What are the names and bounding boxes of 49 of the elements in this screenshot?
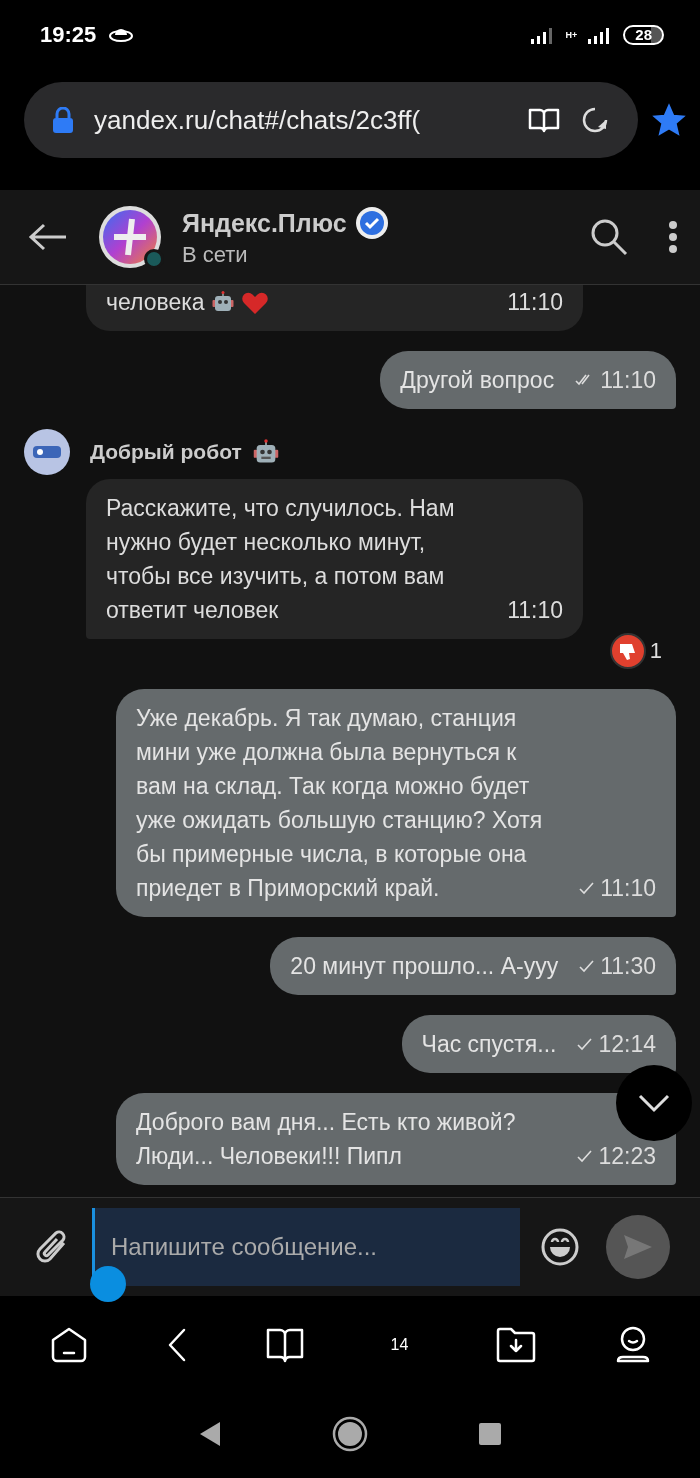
thumbs-down-icon[interactable] xyxy=(609,633,646,669)
profile-icon[interactable] xyxy=(614,1326,651,1364)
book-icon[interactable] xyxy=(528,107,560,133)
send-icon xyxy=(622,1233,654,1261)
robot-icon xyxy=(251,438,280,466)
refresh-icon[interactable] xyxy=(580,105,610,135)
message-text: Уже декабрь. Я так думаю, станция мини уже должна была вернуться к вам на склад. Так когда можно будет уже ожидать большую станцию? Хотя бы примерные числа, в которые она приедет в Приморский край. xyxy=(136,704,544,903)
clock: 19:25 xyxy=(40,22,97,48)
back-icon[interactable] xyxy=(166,1328,187,1362)
reaction-count: 1 xyxy=(649,638,662,664)
chat-title: Яндекс.Плюс xyxy=(182,208,347,238)
chat-avatar[interactable] xyxy=(98,205,162,269)
search-icon[interactable] xyxy=(590,218,628,256)
message-text: 20 минут прошло... А-ууу xyxy=(290,952,559,981)
sender-name: Добрый робот xyxy=(90,440,242,464)
book-icon[interactable] xyxy=(265,1327,304,1363)
battery-level: 28 xyxy=(623,25,664,45)
system-home-icon[interactable] xyxy=(332,1416,368,1452)
chevron-down-icon xyxy=(637,1093,671,1113)
system-back-icon[interactable] xyxy=(198,1420,222,1448)
message-time: 11:10 xyxy=(507,288,563,317)
emoji-icon[interactable] xyxy=(540,1227,580,1267)
message-time: 12:23 xyxy=(598,1142,656,1171)
message-text: человека xyxy=(106,288,205,317)
message-time: 12:14 xyxy=(598,1030,656,1059)
message-text: Доброго вам дня... Есть кто живой? Люди... Человеки!!! Пипл xyxy=(136,1108,517,1171)
message-text: Другой вопрос xyxy=(400,366,555,395)
notification-icon xyxy=(108,27,135,43)
message-time: 11:10 xyxy=(600,874,656,903)
system-recents-icon[interactable] xyxy=(478,1422,502,1446)
message-time: 11:10 xyxy=(507,596,563,625)
back-arrow-icon[interactable] xyxy=(28,222,68,252)
lock-icon xyxy=(52,107,74,133)
message-input[interactable]: Напишите сообщение... xyxy=(92,1208,520,1286)
home-icon[interactable] xyxy=(49,1326,88,1364)
network-type: H+ xyxy=(565,30,578,40)
more-options-icon[interactable] xyxy=(668,220,678,254)
online-status: В сети xyxy=(182,242,249,268)
message-time: 11:30 xyxy=(600,952,656,981)
cursor-handle[interactable] xyxy=(90,1266,126,1302)
star-icon[interactable] xyxy=(652,103,686,137)
address-bar[interactable]: yandex.ru/chat#/chats/2c3ff( xyxy=(24,82,638,158)
message-text: Расскажите, что случилось. Нам нужно будет несколько минут, чтобы все изучить, а потом вам ответит человек xyxy=(106,494,456,625)
message-time: 11:10 xyxy=(600,366,656,395)
url-text: yandex.ru/chat#/chats/2c3ff( xyxy=(94,104,422,136)
sender-avatar xyxy=(24,429,70,475)
download-folder-icon[interactable] xyxy=(495,1327,536,1363)
message-text: Час спустя... xyxy=(421,1030,557,1059)
tabs-button[interactable]: 14 xyxy=(382,1328,417,1362)
